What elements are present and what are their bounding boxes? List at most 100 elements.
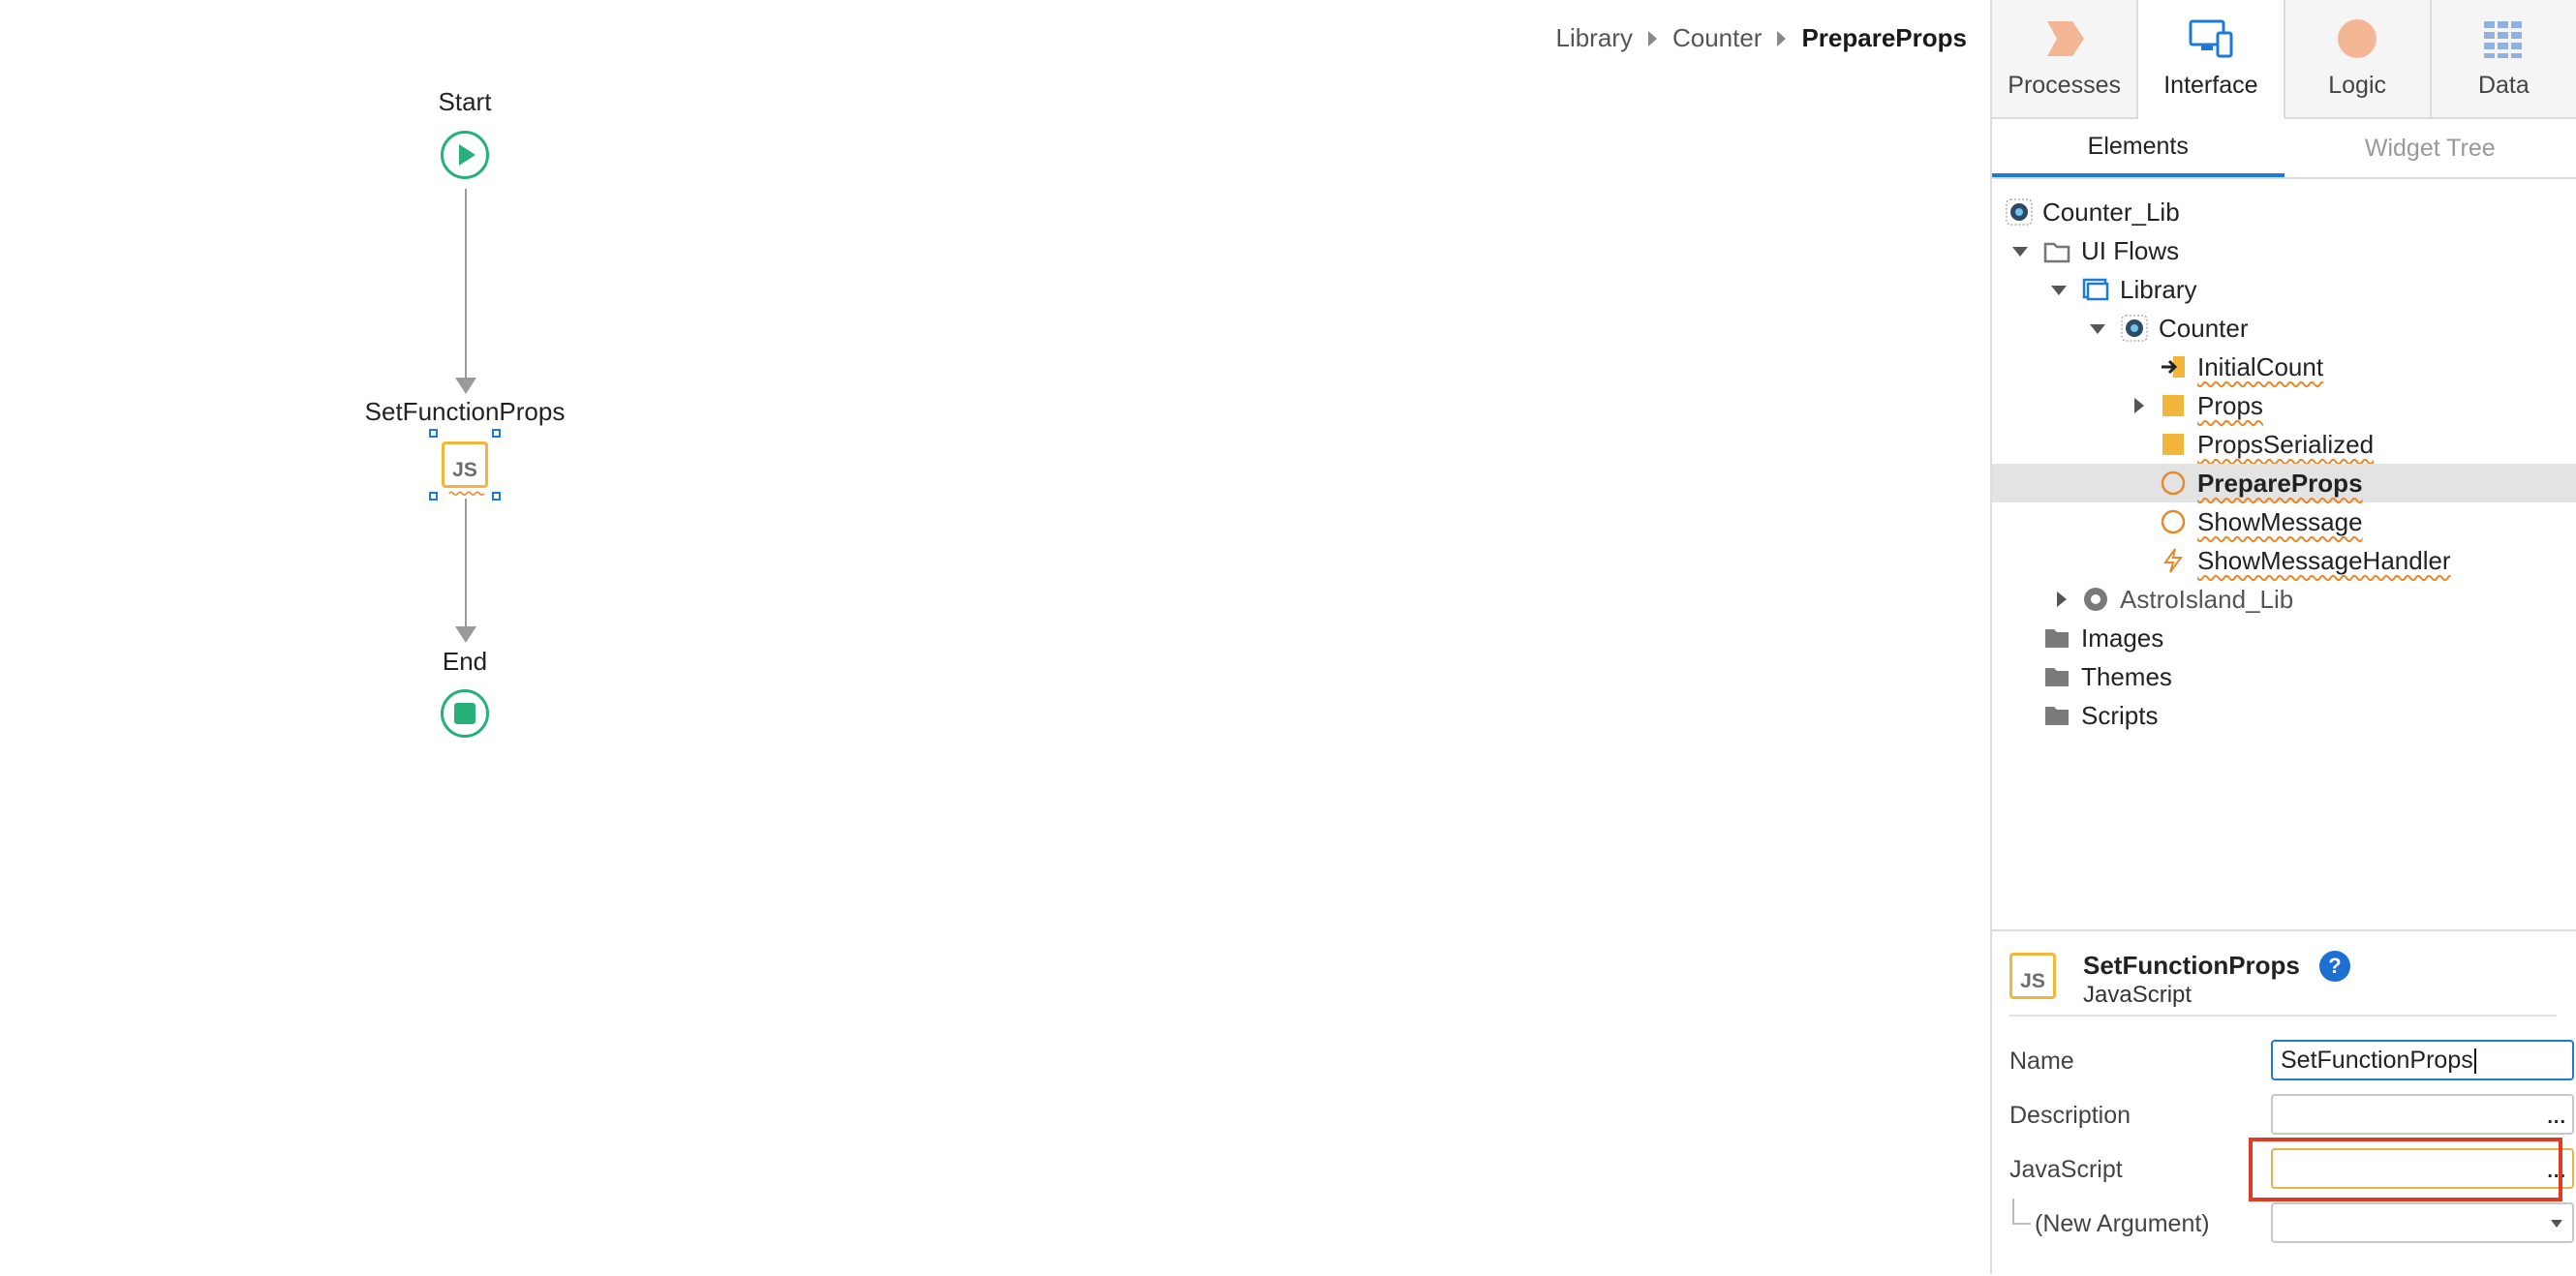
folder-icon [2043,702,2070,729]
tree-item-show-message-handler[interactable]: ShowMessageHandler [1992,541,2576,580]
tree-item-prepare-props[interactable]: PrepareProps [1992,464,2576,502]
referenced-block-icon [2082,586,2109,613]
flow-connector[interactable] [465,189,467,380]
js-node-label: SetFunctionProps [320,397,610,427]
new-argument-select[interactable] [2271,1202,2574,1243]
breadcrumb: Library Counter PrepareProps [1555,23,1967,53]
flow-canvas[interactable]: Library Counter PrepareProps Start SetFu… [0,0,1990,1274]
ellipsis-button[interactable]: ... [2547,1161,2566,1183]
selection-handle[interactable] [492,492,501,501]
tree-label: AstroIsland_Lib [2120,585,2293,615]
chevron-right-icon[interactable] [2134,398,2144,413]
tab-interface[interactable]: Interface [2138,0,2285,119]
tree-item-show-message[interactable]: ShowMessage [1992,502,2576,541]
top-tabs: Processes Interface Logic [1992,0,2576,119]
tree-item-scripts[interactable]: Scripts [1992,696,2576,735]
tree-item-library[interactable]: Library [1992,270,2576,309]
tree-item-initial-count[interactable]: InitialCount [1992,348,2576,386]
breadcrumb-separator-icon [1648,31,1657,46]
logic-icon [2334,17,2380,60]
tree-label: Images [2081,623,2163,653]
breadcrumb-separator-icon [1777,31,1786,46]
property-name: Name SetFunctionProps [2009,1040,2557,1082]
start-label: Start [320,87,610,117]
text-cursor [2474,1048,2476,1074]
tree-label: Counter [2159,314,2249,344]
tree-label: ShowMessageHandler [2197,546,2451,576]
properties-panel: JS SetFunctionProps JavaScript ? Name Se… [1992,929,2576,1276]
property-label[interactable]: (New Argument) [2035,1210,2210,1238]
local-variable-icon [2160,392,2187,419]
tree-item-props[interactable]: Props [1992,386,2576,425]
javascript-node[interactable]: JS [442,441,488,488]
sub-tabs: Elements Widget Tree [1992,119,2576,179]
start-node[interactable] [441,131,489,179]
folder-icon [2043,663,2070,690]
chevron-down-icon[interactable] [2090,324,2105,334]
arrow-down-icon [455,378,476,394]
right-panel: Processes Interface Logic [1990,0,2576,1274]
input-parameter-icon [2160,353,2187,380]
data-icon [2480,17,2527,60]
ellipsis-button[interactable]: ... [2547,1107,2566,1129]
play-icon [444,134,486,176]
tree-connector-icon [2011,1199,2033,1228]
tab-label: Data [2478,72,2530,100]
tree-item-props-serialized[interactable]: PropsSerialized [1992,425,2576,464]
local-variable-icon [2160,431,2187,458]
chevron-down-icon[interactable] [2012,247,2028,257]
help-icon[interactable]: ? [2319,951,2350,982]
breadcrumb-library[interactable]: Library [1555,23,1632,53]
folder-open-icon [2043,237,2070,264]
tab-data[interactable]: Data [2432,0,2576,117]
chevron-down-icon [2551,1220,2562,1228]
end-node[interactable] [441,689,489,738]
tree-item-astro-island-lib[interactable]: AstroIsland_Lib [1992,580,2576,619]
tab-label: Processes [2008,72,2121,100]
selection-handle[interactable] [492,429,501,438]
elements-tree: Counter_Lib UI Flows Library [1992,193,2576,735]
breadcrumb-counter[interactable]: Counter [1672,23,1763,53]
tree-item-images[interactable]: Images [1992,619,2576,657]
tab-widget-tree[interactable]: Widget Tree [2285,119,2576,177]
tree-label: ShowMessage [2197,507,2363,537]
interface-icon [2188,17,2234,60]
breadcrumb-current: PrepareProps [1801,23,1967,53]
ui-flow-icon [2082,276,2109,303]
description-input[interactable]: ... [2271,1094,2574,1135]
warning-squiggle-icon [444,490,488,496]
property-label: JavaScript [2009,1156,2123,1184]
tab-elements[interactable]: Elements [1992,119,2285,177]
name-value: SetFunctionProps [2281,1047,2473,1074]
chevron-down-icon[interactable] [2051,286,2067,295]
chevron-right-icon[interactable] [2057,592,2067,607]
selection-handle[interactable] [429,492,438,501]
javascript-icon: JS [2009,953,2056,999]
block-icon [2121,315,2148,342]
tab-logic[interactable]: Logic [2285,0,2432,117]
tree-item-counter-lib[interactable]: Counter_Lib [1992,193,2576,231]
tab-label: Interface [2163,72,2257,100]
tree-label: Scripts [2081,701,2158,731]
tree-item-themes[interactable]: Themes [1992,657,2576,696]
tree-label: Props [2197,391,2263,421]
module-icon [2006,198,2033,226]
property-javascript: JavaScript ... [2009,1148,2557,1191]
tree-item-ui-flows[interactable]: UI Flows [1992,231,2576,270]
arrow-down-icon [455,626,476,643]
flow-connector[interactable] [465,499,467,629]
tree-label: InitialCount [2197,352,2323,382]
tab-processes[interactable]: Processes [1992,0,2138,117]
tab-label: Logic [2328,72,2386,100]
folder-icon [2043,624,2070,652]
properties-title: SetFunctionProps [2083,951,2300,981]
javascript-input[interactable]: ... [2271,1148,2574,1189]
properties-header: JS SetFunctionProps JavaScript ? [2009,951,2557,1017]
tree-label: Counter_Lib [2042,197,2180,228]
stop-icon [444,692,486,735]
end-label: End [320,647,610,677]
name-input[interactable]: SetFunctionProps [2271,1040,2574,1080]
tree-item-counter[interactable]: Counter [1992,309,2576,348]
tree-label: PropsSerialized [2197,430,2374,460]
selection-handle[interactable] [429,429,438,438]
